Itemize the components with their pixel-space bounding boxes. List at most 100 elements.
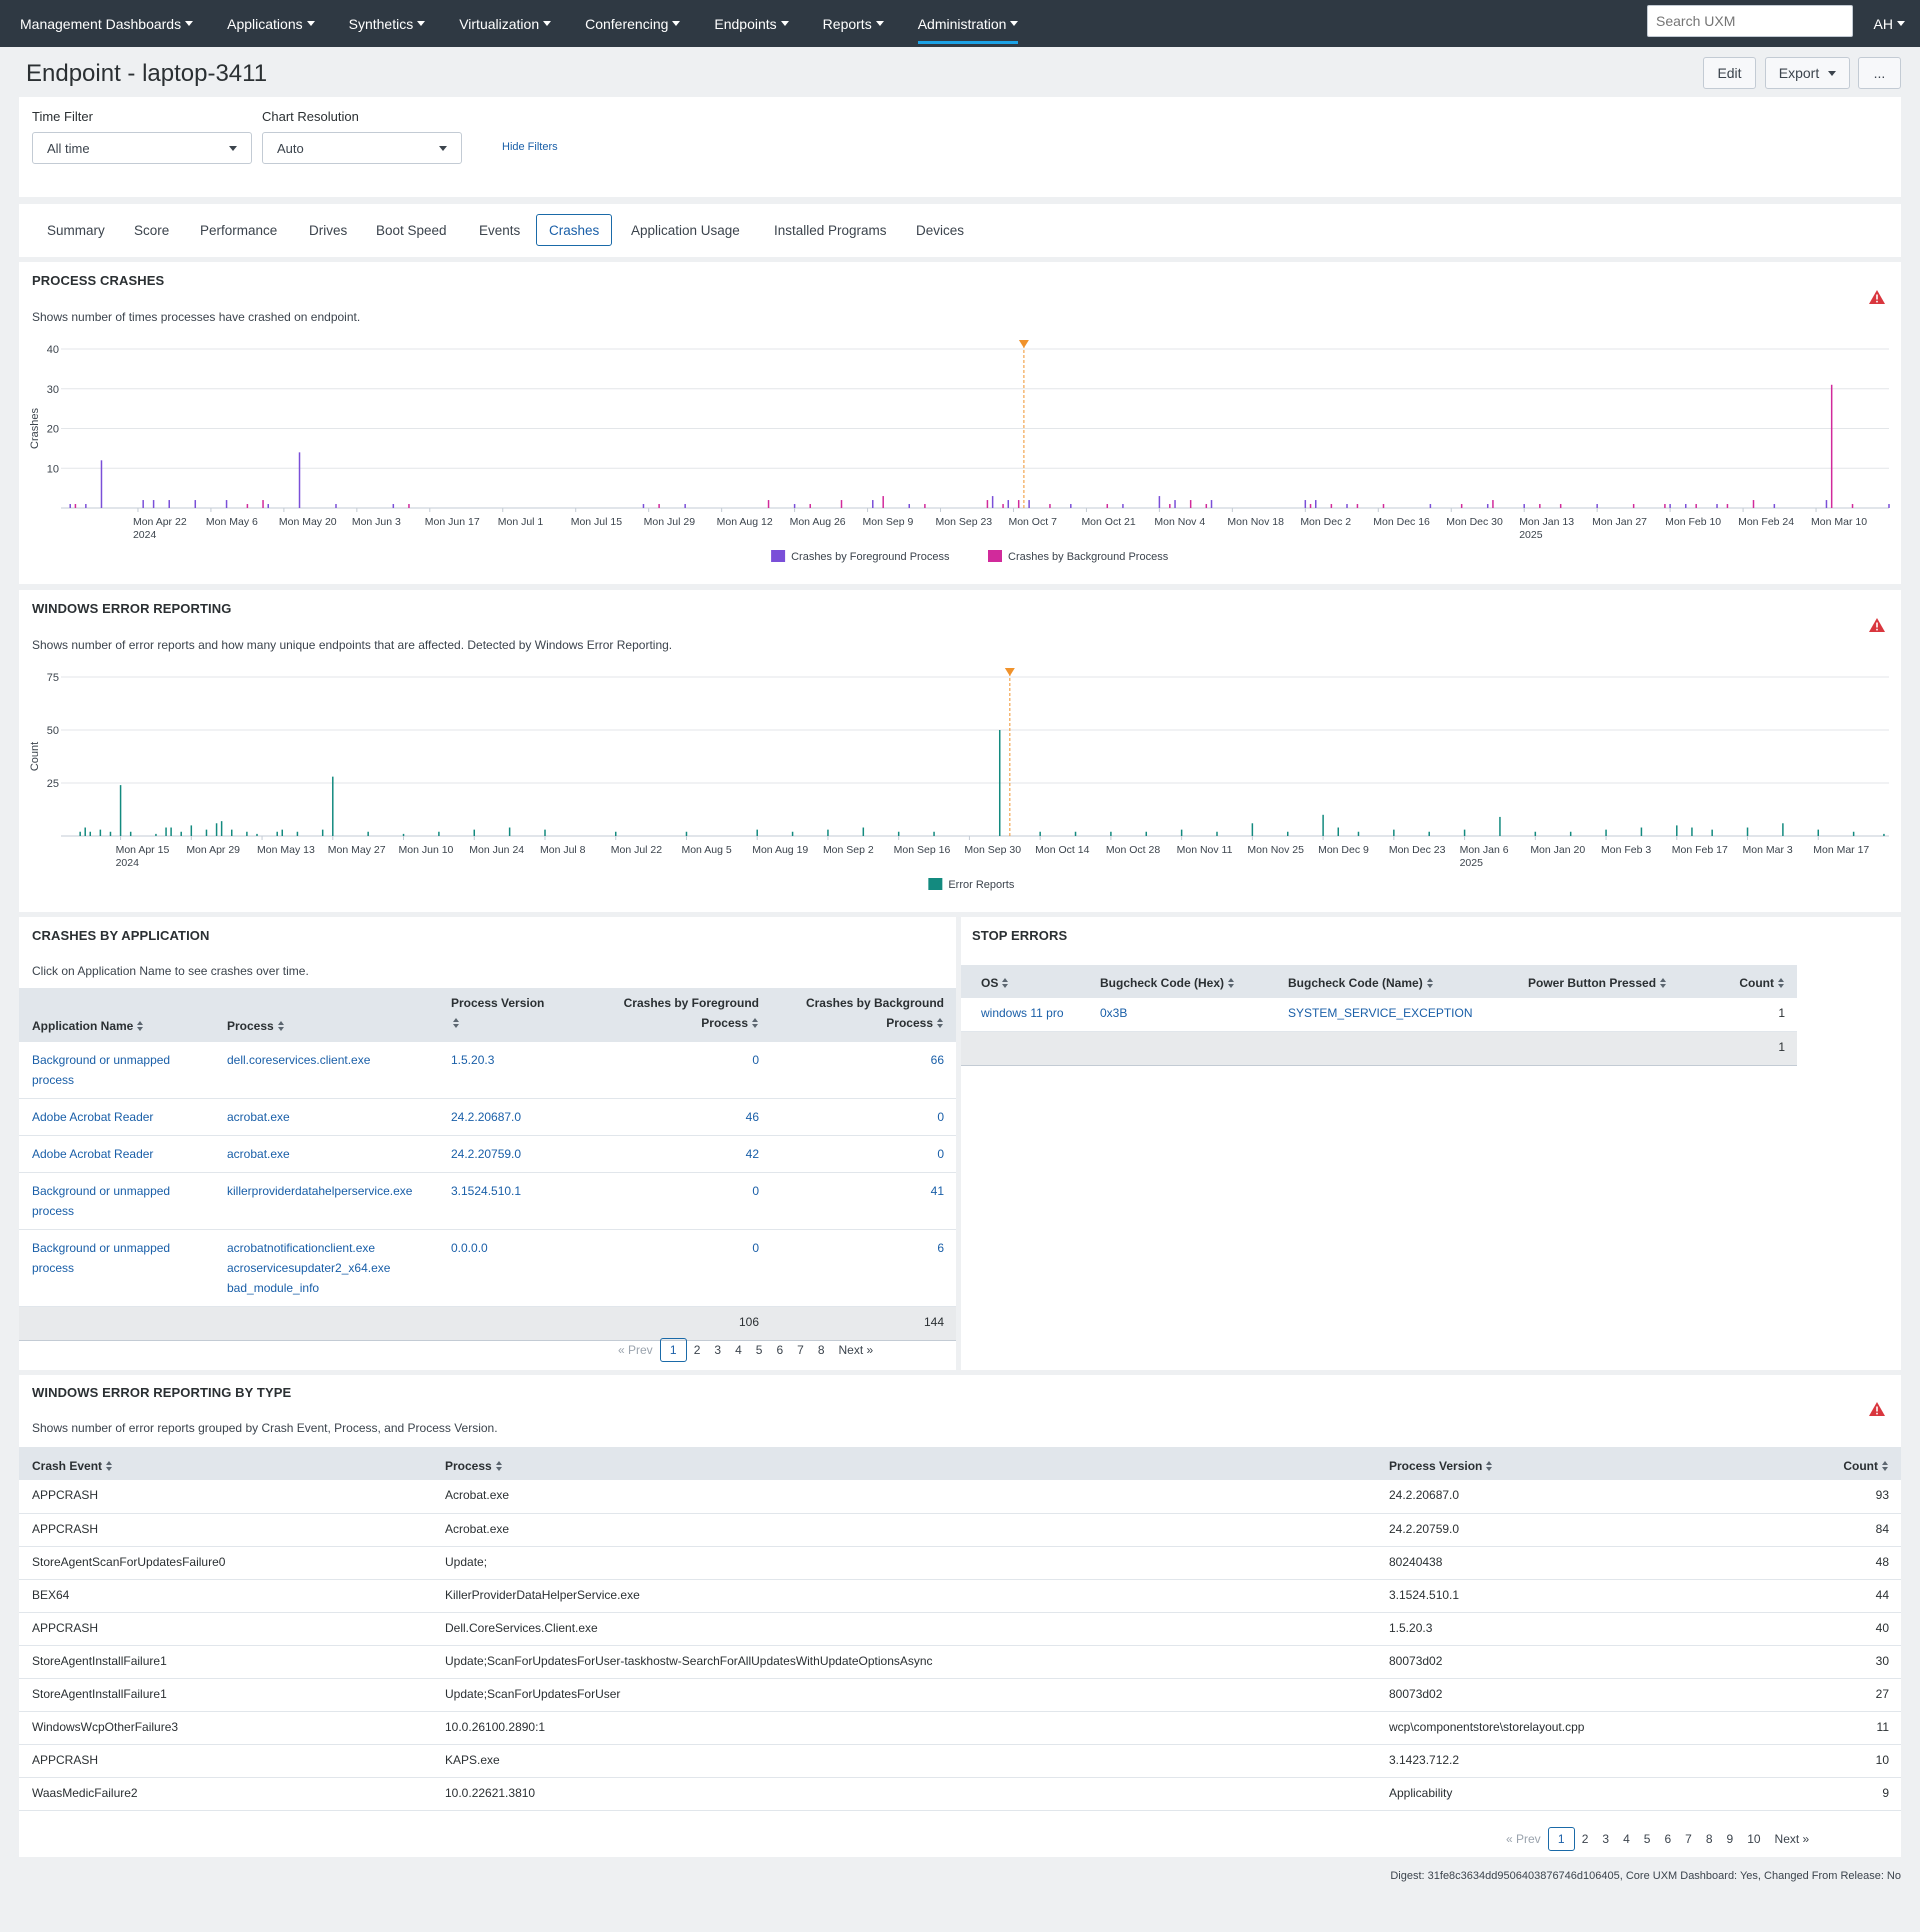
bar-crashes-by-foreground-process[interactable] <box>85 504 87 508</box>
bar-crashes-by-foreground-process[interactable] <box>872 500 874 508</box>
page-2-button[interactable]: 2 <box>1575 1832 1596 1846</box>
bar-crashes-by-foreground-process[interactable] <box>298 452 301 508</box>
column-header-process-version[interactable]: Process Version <box>439 988 586 1042</box>
bar-crashes-by-foreground-process[interactable] <box>1825 500 1828 508</box>
bar-error-reports[interactable] <box>281 829 284 836</box>
bar-crashes-by-background-process[interactable] <box>262 500 264 508</box>
bar-crashes-by-foreground-process[interactable] <box>684 504 686 508</box>
tab-crashes[interactable]: Crashes <box>536 214 613 246</box>
bar-crashes-by-foreground-process[interactable] <box>152 500 155 508</box>
nav-item-conferencing[interactable]: Conferencing <box>568 0 697 47</box>
bar-crashes-by-foreground-process[interactable] <box>1007 500 1010 508</box>
bar-crashes-by-background-process[interactable] <box>924 504 926 508</box>
bar-error-reports[interactable] <box>170 827 172 836</box>
bar-crashes-by-background-process[interactable] <box>840 500 843 508</box>
process-link[interactable]: acrobatnotificationclient.exe <box>227 1238 427 1258</box>
bar-error-reports[interactable] <box>473 829 476 836</box>
prev-page-button[interactable]: « Prev <box>1499 1832 1548 1846</box>
bar-error-reports[interactable] <box>84 827 86 836</box>
bar-crashes-by-foreground-process[interactable] <box>194 500 197 508</box>
bar-crashes-by-background-process[interactable] <box>408 504 410 508</box>
bar-crashes-by-foreground-process[interactable] <box>1685 504 1687 508</box>
bar-error-reports[interactable] <box>862 827 865 836</box>
column-header-count[interactable]: Count <box>1737 1447 1901 1480</box>
search-input[interactable] <box>1647 5 1853 37</box>
bar-crashes-by-foreground-process[interactable] <box>1346 504 1348 508</box>
application-name-link[interactable]: Adobe Acrobat Reader <box>32 1144 203 1164</box>
background-crashes-link[interactable]: 0 <box>783 1107 944 1127</box>
page-4-button[interactable]: 4 <box>728 1343 749 1357</box>
bar-crashes-by-background-process[interactable] <box>1559 504 1562 508</box>
bar-error-reports[interactable] <box>1569 831 1572 836</box>
page-6-button[interactable]: 6 <box>1657 1832 1678 1846</box>
bar-error-reports[interactable] <box>544 829 546 836</box>
bar-error-reports[interactable] <box>1286 831 1289 836</box>
bar-crashes-by-foreground-process[interactable] <box>1314 500 1317 508</box>
bar-error-reports[interactable] <box>508 827 511 836</box>
application-name-link[interactable]: Background or unmapped process <box>32 1238 203 1278</box>
page-6-button[interactable]: 6 <box>769 1343 790 1357</box>
bar-crashes-by-background-process[interactable] <box>1169 504 1171 508</box>
process-version-link[interactable]: 24.2.20687.0 <box>451 1107 574 1127</box>
bar-error-reports[interactable] <box>1640 827 1643 836</box>
bar-crashes-by-foreground-process[interactable] <box>1158 496 1161 508</box>
column-header-bugcheck-name[interactable]: Bugcheck Code (Name) <box>1276 965 1516 998</box>
bar-crashes-by-foreground-process[interactable] <box>225 500 228 508</box>
event-marker-icon[interactable] <box>1004 668 1015 676</box>
bar-crashes-by-background-process[interactable] <box>658 504 660 508</box>
bar-crashes-by-background-process[interactable] <box>809 504 811 508</box>
bar-error-reports[interactable] <box>1711 829 1713 836</box>
bar-crashes-by-foreground-process[interactable] <box>1716 504 1718 508</box>
warning-icon[interactable] <box>1869 618 1885 632</box>
bar-error-reports[interactable] <box>276 831 278 836</box>
legend-label[interactable]: Crashes by Background Process <box>1008 551 1169 563</box>
page-1-button[interactable]: 1 <box>1547 1827 1575 1851</box>
application-name-link[interactable]: Adobe Acrobat Reader <box>32 1107 203 1127</box>
bar-crashes-by-background-process[interactable] <box>1106 504 1109 508</box>
bar-crashes-by-background-process[interactable] <box>767 500 770 508</box>
page-1-button[interactable]: 1 <box>659 1338 687 1362</box>
bar-error-reports[interactable] <box>1534 831 1537 836</box>
page-3-button[interactable]: 3 <box>1595 1832 1616 1846</box>
warning-icon[interactable] <box>1869 290 1885 304</box>
user-menu[interactable]: AH <box>1874 0 1905 47</box>
bar-error-reports[interactable] <box>1428 831 1430 836</box>
column-header-process[interactable]: Process <box>433 1447 1377 1480</box>
bar-crashes-by-foreground-process[interactable] <box>1486 504 1489 508</box>
bar-error-reports[interactable] <box>1216 831 1218 836</box>
column-header-crashes-foreground[interactable]: Crashes by Foreground Process <box>586 988 771 1042</box>
bar-crashes-by-background-process[interactable] <box>1492 500 1494 508</box>
column-header-count[interactable]: Count <box>1712 965 1797 998</box>
bar-crashes-by-background-process[interactable] <box>1460 504 1463 508</box>
bar-error-reports[interactable] <box>933 831 935 836</box>
bar-error-reports[interactable] <box>109 831 112 836</box>
process-version-link[interactable]: 0.0.0.0 <box>451 1238 574 1258</box>
bar-error-reports[interactable] <box>1145 831 1148 836</box>
process-version-link[interactable]: 1.5.20.3 <box>451 1050 574 1070</box>
tab-performance[interactable]: Performance <box>188 214 289 246</box>
bar-error-reports[interactable] <box>321 829 324 836</box>
tab-application-usage[interactable]: Application Usage <box>619 214 752 246</box>
process-link[interactable]: acrobat.exe <box>227 1107 427 1127</box>
background-crashes-link[interactable]: 66 <box>783 1050 944 1070</box>
page-7-button[interactable]: 7 <box>1678 1832 1699 1846</box>
edit-button[interactable]: Edit <box>1703 57 1756 89</box>
bar-error-reports[interactable] <box>1883 833 1885 836</box>
bar-error-reports[interactable] <box>897 831 900 836</box>
page-3-button[interactable]: 3 <box>707 1343 728 1357</box>
bar-crashes-by-background-process[interactable] <box>246 504 249 508</box>
background-crashes-link[interactable]: 0 <box>783 1144 944 1164</box>
bar-error-reports[interactable] <box>332 776 334 836</box>
bar-crashes-by-background-process[interactable] <box>1330 504 1333 508</box>
process-version-link[interactable]: 24.2.20759.0 <box>451 1144 574 1164</box>
bar-error-reports[interactable] <box>1180 829 1183 836</box>
bar-error-reports[interactable] <box>791 831 794 836</box>
bar-error-reports[interactable] <box>119 785 122 836</box>
tab-score[interactable]: Score <box>122 214 181 246</box>
bar-crashes-by-foreground-process[interactable] <box>1304 500 1307 508</box>
nav-item-management-dashboards[interactable]: Management Dashboards <box>0 0 210 47</box>
foreground-crashes-link[interactable]: 46 <box>598 1107 759 1127</box>
tab-devices[interactable]: Devices <box>904 214 976 246</box>
page-7-button[interactable]: 7 <box>790 1343 811 1357</box>
column-header-power-button[interactable]: Power Button Pressed <box>1516 965 1712 998</box>
